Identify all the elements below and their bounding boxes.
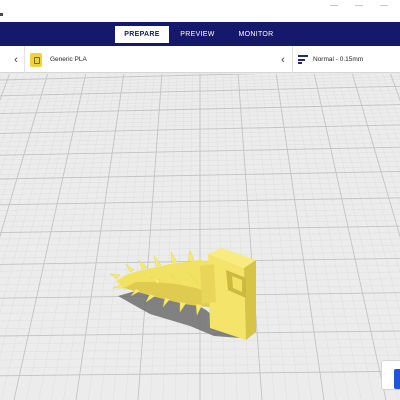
model-neck: [200, 264, 216, 304]
tab-preview[interactable]: PREVIEW: [169, 26, 226, 43]
divider: [292, 46, 293, 73]
window-title-strip: [0, 0, 400, 22]
chevron-left-icon[interactable]: ‹: [9, 46, 23, 73]
slice-button-accent: [394, 369, 400, 389]
print-setup-bar: ‹ Generic PLA ‹ Normal - 0.15mm: [0, 46, 400, 73]
build-plate[interactable]: [0, 74, 400, 400]
material-name: Generic PLA: [50, 56, 87, 63]
build-plate-viewport[interactable]: [0, 74, 400, 400]
spool-icon: [30, 52, 42, 67]
window-edge-mark: [0, 13, 3, 16]
model-cube-side: [244, 260, 256, 340]
window-control-hint[interactable]: [380, 0, 388, 6]
print-settings-selector[interactable]: Normal - 0.15mm: [298, 52, 363, 67]
app-header: PREPARE PREVIEW MONITOR: [0, 22, 400, 46]
slicer-window: PREPARE PREVIEW MONITOR ‹ Generic PLA ‹ …: [0, 0, 400, 400]
stage-tabs: PREPARE PREVIEW MONITOR: [115, 26, 286, 43]
window-control-hint[interactable]: [355, 0, 363, 6]
window-control-hint[interactable]: [330, 0, 338, 6]
chevron-left-icon[interactable]: ‹: [276, 46, 290, 73]
tab-prepare[interactable]: PREPARE: [115, 26, 169, 43]
divider: [24, 46, 25, 73]
profile-name: Normal - 0.15mm: [313, 56, 364, 63]
tab-monitor[interactable]: MONITOR: [226, 26, 286, 43]
slice-button[interactable]: [381, 360, 400, 390]
print-settings-icon: [298, 55, 308, 64]
material-selector[interactable]: Generic PLA: [30, 52, 87, 67]
